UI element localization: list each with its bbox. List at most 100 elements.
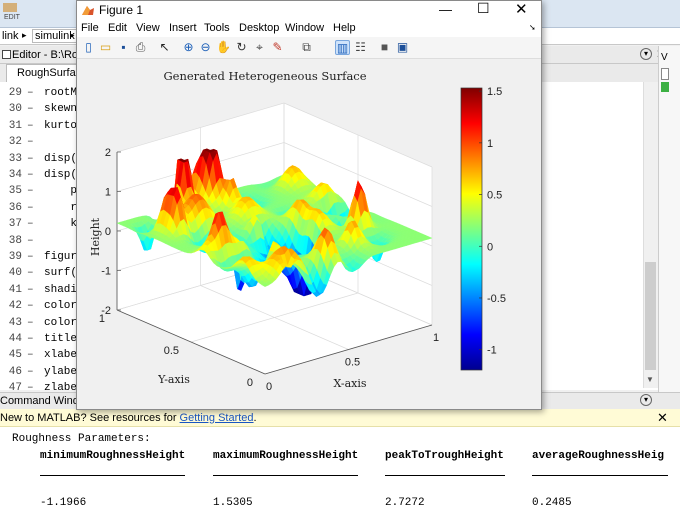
line-marker: – (27, 136, 34, 149)
code-line[interactable]: ylabe (44, 366, 77, 378)
rotate-3d-icon[interactable]: ↻ (234, 40, 249, 55)
figure-menubar: File Edit View Insert Tools Desktop Wind… (77, 19, 541, 37)
surface-plot[interactable]: Generated Heterogeneous Surface -2-10120… (77, 59, 541, 409)
menu-view[interactable]: View (136, 22, 160, 34)
command-actions-icon[interactable]: ▾ (640, 394, 652, 406)
code-line[interactable]: xlabe (44, 349, 77, 361)
column-rule (40, 475, 185, 476)
x-tick-label: 1 (433, 332, 439, 344)
show-plot-tools-icon[interactable]: ▣ (395, 40, 410, 55)
line-marker: – (27, 349, 34, 362)
link-plot-icon[interactable]: ⧉ (299, 40, 314, 55)
column-header: minimumRoughnessHeight (40, 450, 186, 462)
line-marker: – (27, 201, 34, 214)
colorbar-tick-label: -0.5 (487, 293, 506, 305)
banner-end: . (253, 412, 257, 424)
menu-insert[interactable]: Insert (169, 22, 197, 34)
code-line[interactable]: color (44, 317, 77, 329)
menu-tools[interactable]: Tools (204, 22, 230, 34)
zoom-in-icon[interactable]: ⊕ (181, 40, 196, 55)
colorbar[interactable] (460, 87, 483, 371)
new-figure-icon[interactable]: ▯ (81, 40, 96, 55)
select-arrow-icon[interactable]: ↖ (157, 40, 172, 55)
dock-arrow-icon[interactable]: ➘ (529, 23, 536, 32)
scroll-down-arrow-icon[interactable]: ▼ (646, 375, 654, 384)
line-number: 41 (8, 283, 22, 296)
line-marker: – (27, 251, 34, 263)
path-separator-icon: ▸ (22, 30, 27, 40)
code-line[interactable]: p (44, 185, 77, 197)
value-cell: 1.5305 (213, 497, 253, 509)
code-line[interactable]: disp( (44, 153, 77, 165)
figure-titlebar: Figure 1 — ☐ ✕ (77, 0, 541, 19)
value-cell: -1.1966 (40, 497, 87, 509)
code-line[interactable]: title (44, 333, 77, 345)
line-marker: – (27, 283, 34, 296)
getting-started-link[interactable]: Getting Started (180, 412, 254, 424)
hide-plot-tools-icon[interactable]: ■ (377, 40, 392, 55)
code-line[interactable]: shadi (44, 284, 77, 296)
command-window-title: Command Windo (0, 395, 85, 407)
column-header: averageRoughnessHeig (532, 450, 665, 462)
code-line[interactable]: skewn (44, 103, 77, 115)
code-line[interactable]: k (44, 218, 77, 230)
line-number: 35 (8, 185, 22, 198)
zoom-out-icon[interactable]: ⊖ (198, 40, 213, 55)
print-icon[interactable]: ⎙ (133, 40, 148, 55)
menu-edit[interactable]: Edit (108, 22, 127, 34)
code-line[interactable]: color (44, 300, 77, 312)
pan-hand-icon[interactable]: ✋ (216, 40, 231, 55)
editor-tab-roughsurface[interactable]: RoughSurface (6, 64, 87, 82)
z-tick-label: 1 (105, 187, 111, 199)
menu-window[interactable]: Window (285, 22, 324, 34)
line-marker: – (27, 333, 34, 345)
code-line[interactable]: disp( (44, 169, 77, 181)
x-axis-label: X-axis (333, 377, 366, 390)
path-separator-icon: ▸ (70, 30, 75, 40)
line-number: 36 (8, 201, 22, 214)
code-line[interactable]: surf( (44, 267, 77, 279)
close-icon[interactable]: ✕ (515, 0, 528, 18)
ribbon-section-label: EDIT (4, 14, 20, 21)
data-cursor-icon[interactable]: ⌖ (252, 40, 267, 55)
maximize-icon[interactable]: ☐ (477, 0, 490, 17)
editor-actions-icon[interactable]: ▾ (640, 48, 652, 60)
line-marker: – (27, 267, 34, 280)
banner-close-icon[interactable]: ✕ (657, 410, 668, 426)
colorbar-icon[interactable]: ▥ (335, 40, 350, 55)
line-number: 44 (8, 333, 22, 345)
legend-icon[interactable]: ☷ (353, 40, 368, 55)
x-tick-label: 0.5 (345, 357, 360, 369)
code-line[interactable]: figur (44, 251, 77, 263)
value-cell: 0.2485 (532, 497, 572, 509)
column-rule (213, 475, 358, 476)
save-icon[interactable]: ▪ (116, 40, 131, 55)
menu-desktop[interactable]: Desktop (239, 22, 279, 34)
code-line[interactable]: r (44, 202, 77, 214)
editor-scroll-thumb[interactable] (645, 262, 656, 370)
code-line[interactable]: rootM (44, 87, 77, 99)
code-line[interactable]: kurto (44, 120, 77, 132)
brush-icon[interactable]: ✎ (270, 40, 285, 55)
column-header: peakToTroughHeight (385, 450, 504, 462)
ribbon-grip-icon (3, 3, 17, 12)
line-number: 46 (8, 365, 22, 378)
path-crumb-link[interactable]: link (2, 30, 19, 42)
figure-title: Figure 1 (99, 3, 144, 17)
menu-file[interactable]: File (81, 22, 99, 34)
panel-status-icon (661, 82, 669, 92)
line-number: 34 (8, 169, 22, 181)
line-number: 43 (8, 316, 22, 329)
y-tick-label: 0.5 (164, 345, 179, 357)
line-number: 45 (8, 349, 22, 362)
line-marker: – (27, 103, 34, 116)
minimize-icon[interactable]: — (439, 2, 452, 17)
line-marker: – (27, 87, 34, 99)
menu-help[interactable]: Help (333, 22, 356, 34)
line-marker: – (27, 365, 34, 378)
line-marker: – (27, 185, 34, 198)
line-number: 33 (8, 152, 22, 165)
line-number: 29 (8, 87, 22, 99)
line-number: 42 (8, 300, 22, 313)
open-file-icon[interactable]: ▭ (98, 40, 113, 55)
